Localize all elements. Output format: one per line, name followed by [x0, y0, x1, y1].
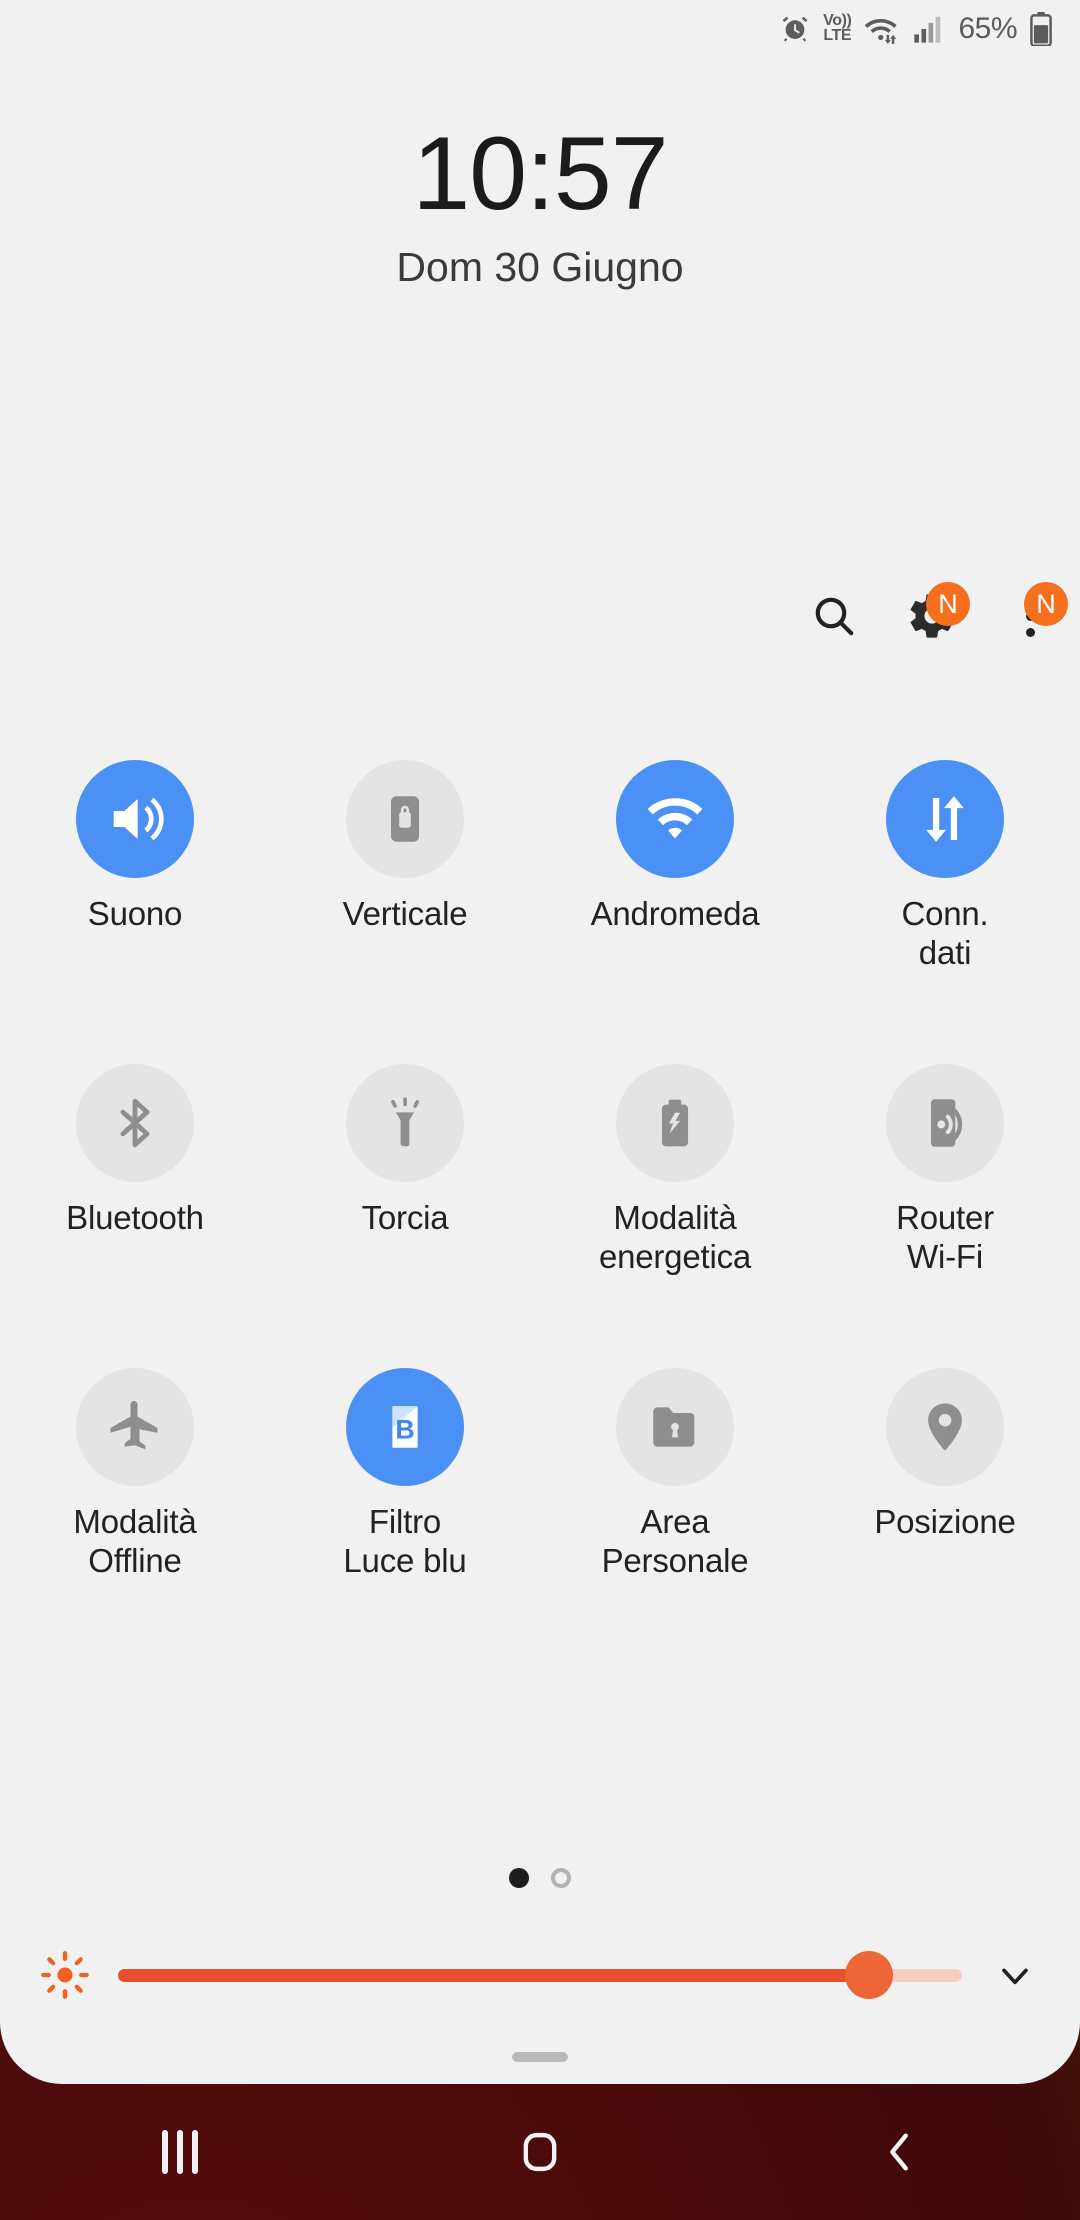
tile-andromeda[interactable]: Andromeda [540, 760, 810, 972]
tile-torcia[interactable]: Torcia [270, 1064, 540, 1276]
mobile-hotspot-icon[interactable] [886, 1064, 1004, 1183]
secure-folder-icon[interactable] [616, 1368, 734, 1487]
brightness-expand-button[interactable] [984, 1953, 1046, 1997]
brightness-slider[interactable] [118, 1951, 962, 1999]
tile-modalita-offline[interactable]: Modalità Offline [0, 1368, 270, 1580]
more-options-button[interactable]: N [1002, 582, 1068, 644]
recent-apps-button[interactable] [0, 2130, 360, 2174]
tile-filtro-luce-blu[interactable]: B Filtro Luce blu [270, 1368, 540, 1580]
svg-text:B: B [395, 1415, 414, 1445]
rotation-lock-icon[interactable] [346, 760, 464, 878]
home-button[interactable] [360, 2129, 720, 2175]
battery-percentage: 65% [958, 12, 1017, 45]
volte-indicator: Vo)) LTE [823, 13, 852, 44]
tile-bluetooth[interactable]: Bluetooth [0, 1064, 270, 1276]
settings-badge: N [926, 582, 970, 626]
page-dot-1[interactable] [509, 1868, 529, 1888]
quick-settings-panel: Vo)) LTE 65% 10:57 Dom 30 Giugno N N Suo… [0, 0, 1080, 2084]
airplane-mode-icon[interactable] [76, 1368, 194, 1487]
clock-block: 10:57 Dom 30 Giugno [0, 122, 1080, 291]
tile-label: Suono [87, 895, 183, 932]
sound-on-icon[interactable] [76, 760, 194, 878]
back-icon [890, 2133, 908, 2171]
tile-label: Router Wi-Fi [896, 1199, 994, 1275]
navigation-bar [0, 2084, 1080, 2220]
tile-label: Posizione [874, 1503, 1016, 1541]
tile-label: Area Personale [601, 1503, 749, 1580]
battery-icon [1030, 12, 1052, 46]
tile-verticale[interactable]: Verticale [270, 760, 540, 972]
brightness-row [0, 1950, 1080, 2000]
tile-label: Conn. dati [901, 895, 989, 971]
slider-fill [118, 1968, 870, 1982]
drag-handle[interactable] [512, 2052, 568, 2062]
recent-apps-icon [162, 2130, 198, 2174]
quick-settings-grid: Suono Verticale Andromeda Conn. dati Blu… [0, 760, 1080, 1581]
location-pin-icon[interactable] [886, 1368, 1004, 1487]
wifi-data-transfer-icon [864, 14, 900, 44]
clock-time[interactable]: 10:57 [0, 122, 1080, 226]
cellular-signal-icon [913, 15, 943, 43]
page-indicator [0, 1868, 1080, 1888]
blue-light-filter-icon[interactable]: B [346, 1368, 464, 1487]
tile-area-personale[interactable]: Area Personale [540, 1368, 810, 1580]
chevron-down-icon [1002, 1968, 1028, 1985]
settings-button[interactable]: N [904, 582, 970, 644]
tile-modalita-energetica[interactable]: Modalità energetica [540, 1064, 810, 1276]
more-options-badge: N [1024, 582, 1068, 626]
home-icon [523, 2132, 557, 2172]
search-button[interactable] [806, 588, 862, 644]
tile-conn-dati[interactable]: Conn. dati [810, 760, 1080, 972]
tile-label: Bluetooth [66, 1199, 204, 1237]
wifi-icon[interactable] [616, 760, 734, 878]
back-button[interactable] [720, 2129, 1080, 2175]
bluetooth-icon[interactable] [76, 1064, 194, 1183]
power-saving-icon[interactable] [616, 1064, 734, 1183]
tile-label: Filtro Luce blu [343, 1503, 467, 1580]
tile-posizione[interactable]: Posizione [810, 1368, 1080, 1580]
page-dot-2[interactable] [551, 1868, 571, 1888]
tile-suono[interactable]: Suono [0, 760, 270, 972]
panel-actions: N N [806, 582, 1068, 644]
tile-label: Andromeda [590, 895, 760, 932]
clock-date[interactable]: Dom 30 Giugno [0, 244, 1080, 291]
mobile-data-icon[interactable] [886, 760, 1004, 878]
tile-label: Modalità energetica [598, 1199, 752, 1275]
tile-label: Verticale [342, 895, 468, 932]
flashlight-icon[interactable] [346, 1064, 464, 1183]
volte-bottom: LTE [823, 27, 852, 44]
slider-thumb[interactable] [845, 1951, 894, 1999]
brightness-sun-icon [34, 1950, 96, 2000]
tile-label: Modalità Offline [73, 1503, 197, 1580]
alarm-clock-icon [780, 14, 810, 44]
tile-router-wifi[interactable]: Router Wi-Fi [810, 1064, 1080, 1276]
status-bar: Vo)) LTE 65% [0, 0, 1080, 58]
tile-label: Torcia [361, 1199, 449, 1237]
